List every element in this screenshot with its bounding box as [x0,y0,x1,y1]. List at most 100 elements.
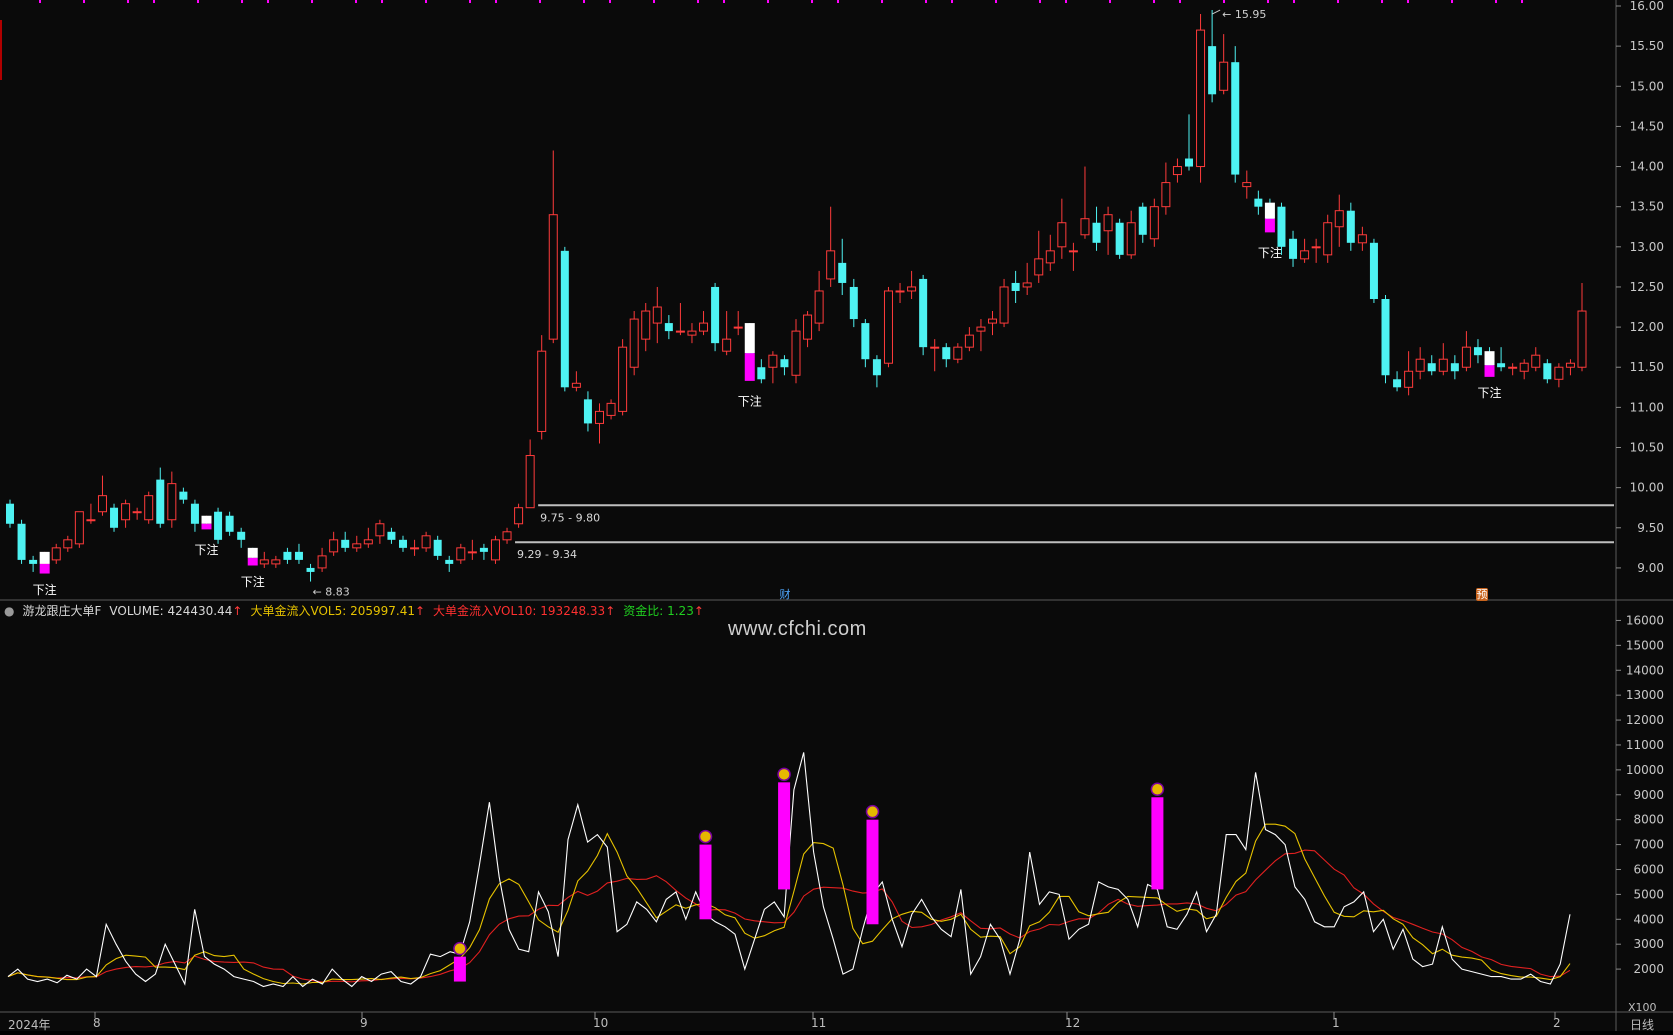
big-order-bar[interactable] [866,819,879,925]
candle-body-up[interactable] [1034,258,1044,276]
candle-body-up[interactable] [1172,166,1182,176]
candle-body-up[interactable] [86,519,96,522]
candle-body-down[interactable] [306,567,315,572]
candle-body-up[interactable] [1149,206,1159,240]
candle-body-up[interactable] [976,326,986,332]
candle-body-up[interactable] [1508,366,1518,369]
candle-body-up[interactable] [687,330,697,336]
candle-body-down[interactable] [1427,363,1436,372]
candle-body-up[interactable] [606,402,616,416]
candle-body-down[interactable] [711,286,720,344]
candle-body-up[interactable] [964,334,974,348]
candle-body-up[interactable] [722,338,732,352]
candle-body-up[interactable] [97,495,107,513]
collapse-icon[interactable]: ● [4,602,14,620]
candle-body-down[interactable] [1254,198,1263,207]
candle-body-up[interactable] [641,310,651,340]
candle-body-up[interactable] [259,559,269,565]
candle-body-up[interactable] [410,547,420,550]
candle-body-up[interactable] [1196,29,1206,168]
candle-body-up[interactable] [1334,210,1344,228]
candle-body-up[interactable] [502,531,512,541]
candle-body-down[interactable] [1450,363,1459,372]
candle-body-up[interactable] [167,483,177,521]
candle-body-up[interactable] [895,290,905,293]
candle-body-up[interactable] [988,318,997,324]
candle-body-down[interactable] [294,551,303,560]
candle-body-up[interactable] [629,318,639,368]
candle-body-up[interactable] [733,326,743,329]
candle-body-down[interactable] [29,559,38,564]
candle-body-up[interactable] [1565,362,1575,368]
candle-body-up[interactable] [1531,354,1541,368]
candle-body-down[interactable] [664,323,673,332]
candle-body-up[interactable] [352,543,362,549]
candle-body-up[interactable] [1300,250,1310,260]
candle-body-up[interactable] [271,559,281,565]
candle-body-down[interactable] [1473,347,1482,356]
candle-body-down[interactable] [919,278,928,348]
candle-body-up[interactable] [1577,310,1587,368]
candle-body-up[interactable] [1554,366,1564,380]
candle-body-up[interactable] [652,306,662,324]
chart-canvas[interactable]: 9.009.5010.0010.5011.0011.5012.0012.5013… [0,0,1673,1031]
candle-body-down[interactable] [1393,379,1402,388]
candle-body-down[interactable] [283,551,292,560]
candle-body-up[interactable] [1323,222,1333,256]
candle-body-down[interactable] [1497,363,1506,368]
candle-body-up[interactable] [375,523,385,537]
candle-body-up[interactable] [618,346,628,412]
candle-body-up[interactable] [1438,358,1448,372]
candle-body-down[interactable] [399,539,407,548]
candle-body-down[interactable] [780,359,789,368]
finance-tag-icon[interactable]: 财 [779,588,791,601]
candle-body-down[interactable] [838,262,847,283]
candle-body-up[interactable] [1161,182,1171,208]
candle-body-up[interactable] [1404,370,1414,388]
candle-body-down[interactable] [861,323,870,360]
candle-body-down[interactable] [1185,158,1193,167]
candle-body-down[interactable] [237,531,246,540]
candle-body-up[interactable] [525,455,535,509]
candle-body-up[interactable] [1126,222,1136,256]
candle-body-down[interactable] [1289,238,1298,259]
candle-body-down[interactable] [433,539,442,556]
candle-body-down[interactable] [1543,363,1552,380]
candle-body-down[interactable] [1208,46,1217,95]
candle-body-up[interactable] [803,314,813,340]
forecast-tag-icon[interactable]: 预 [1476,588,1488,601]
candle-body-up[interactable] [1242,182,1252,188]
candle-body-down[interactable] [942,347,951,360]
candle-body-up[interactable] [907,286,917,292]
candle-body-down[interactable] [1277,206,1286,247]
candle-body-up[interactable] [791,330,801,376]
candle-body-up[interactable] [514,507,524,525]
candle-body-up[interactable] [537,350,547,432]
candle-body-down[interactable] [1092,222,1101,243]
candle-body-up[interactable] [1022,282,1032,288]
candle-body-up[interactable] [571,382,581,388]
candle-body-down[interactable] [110,507,119,528]
candle-body-down[interactable] [445,559,454,564]
candle-body-down[interactable] [849,286,858,320]
candle-body-up[interactable] [1057,222,1067,248]
candle-body-down[interactable] [560,250,569,388]
candle-body-up[interactable] [1219,61,1229,91]
candle-body-up[interactable] [930,346,940,349]
big-order-bar[interactable] [1151,797,1164,890]
big-order-bar[interactable] [778,782,791,890]
indicator-name[interactable]: 游龙跟庄大单F [22,602,101,620]
candle-body-down[interactable] [190,503,199,524]
candle-body-up[interactable] [144,495,154,521]
candle-body-up[interactable] [675,330,685,333]
candle-body-up[interactable] [132,511,142,514]
candle-body-down[interactable] [1138,206,1147,235]
candle-body-up[interactable] [826,250,836,280]
candle-body-up[interactable] [699,322,709,332]
candle-body-up[interactable] [595,410,604,424]
candle-body-up[interactable] [1045,250,1055,264]
candle-body-down[interactable] [1011,282,1020,291]
candle-body-down[interactable] [156,479,165,524]
candle-body-down[interactable] [341,539,350,548]
candle-body-up[interactable] [421,535,431,549]
